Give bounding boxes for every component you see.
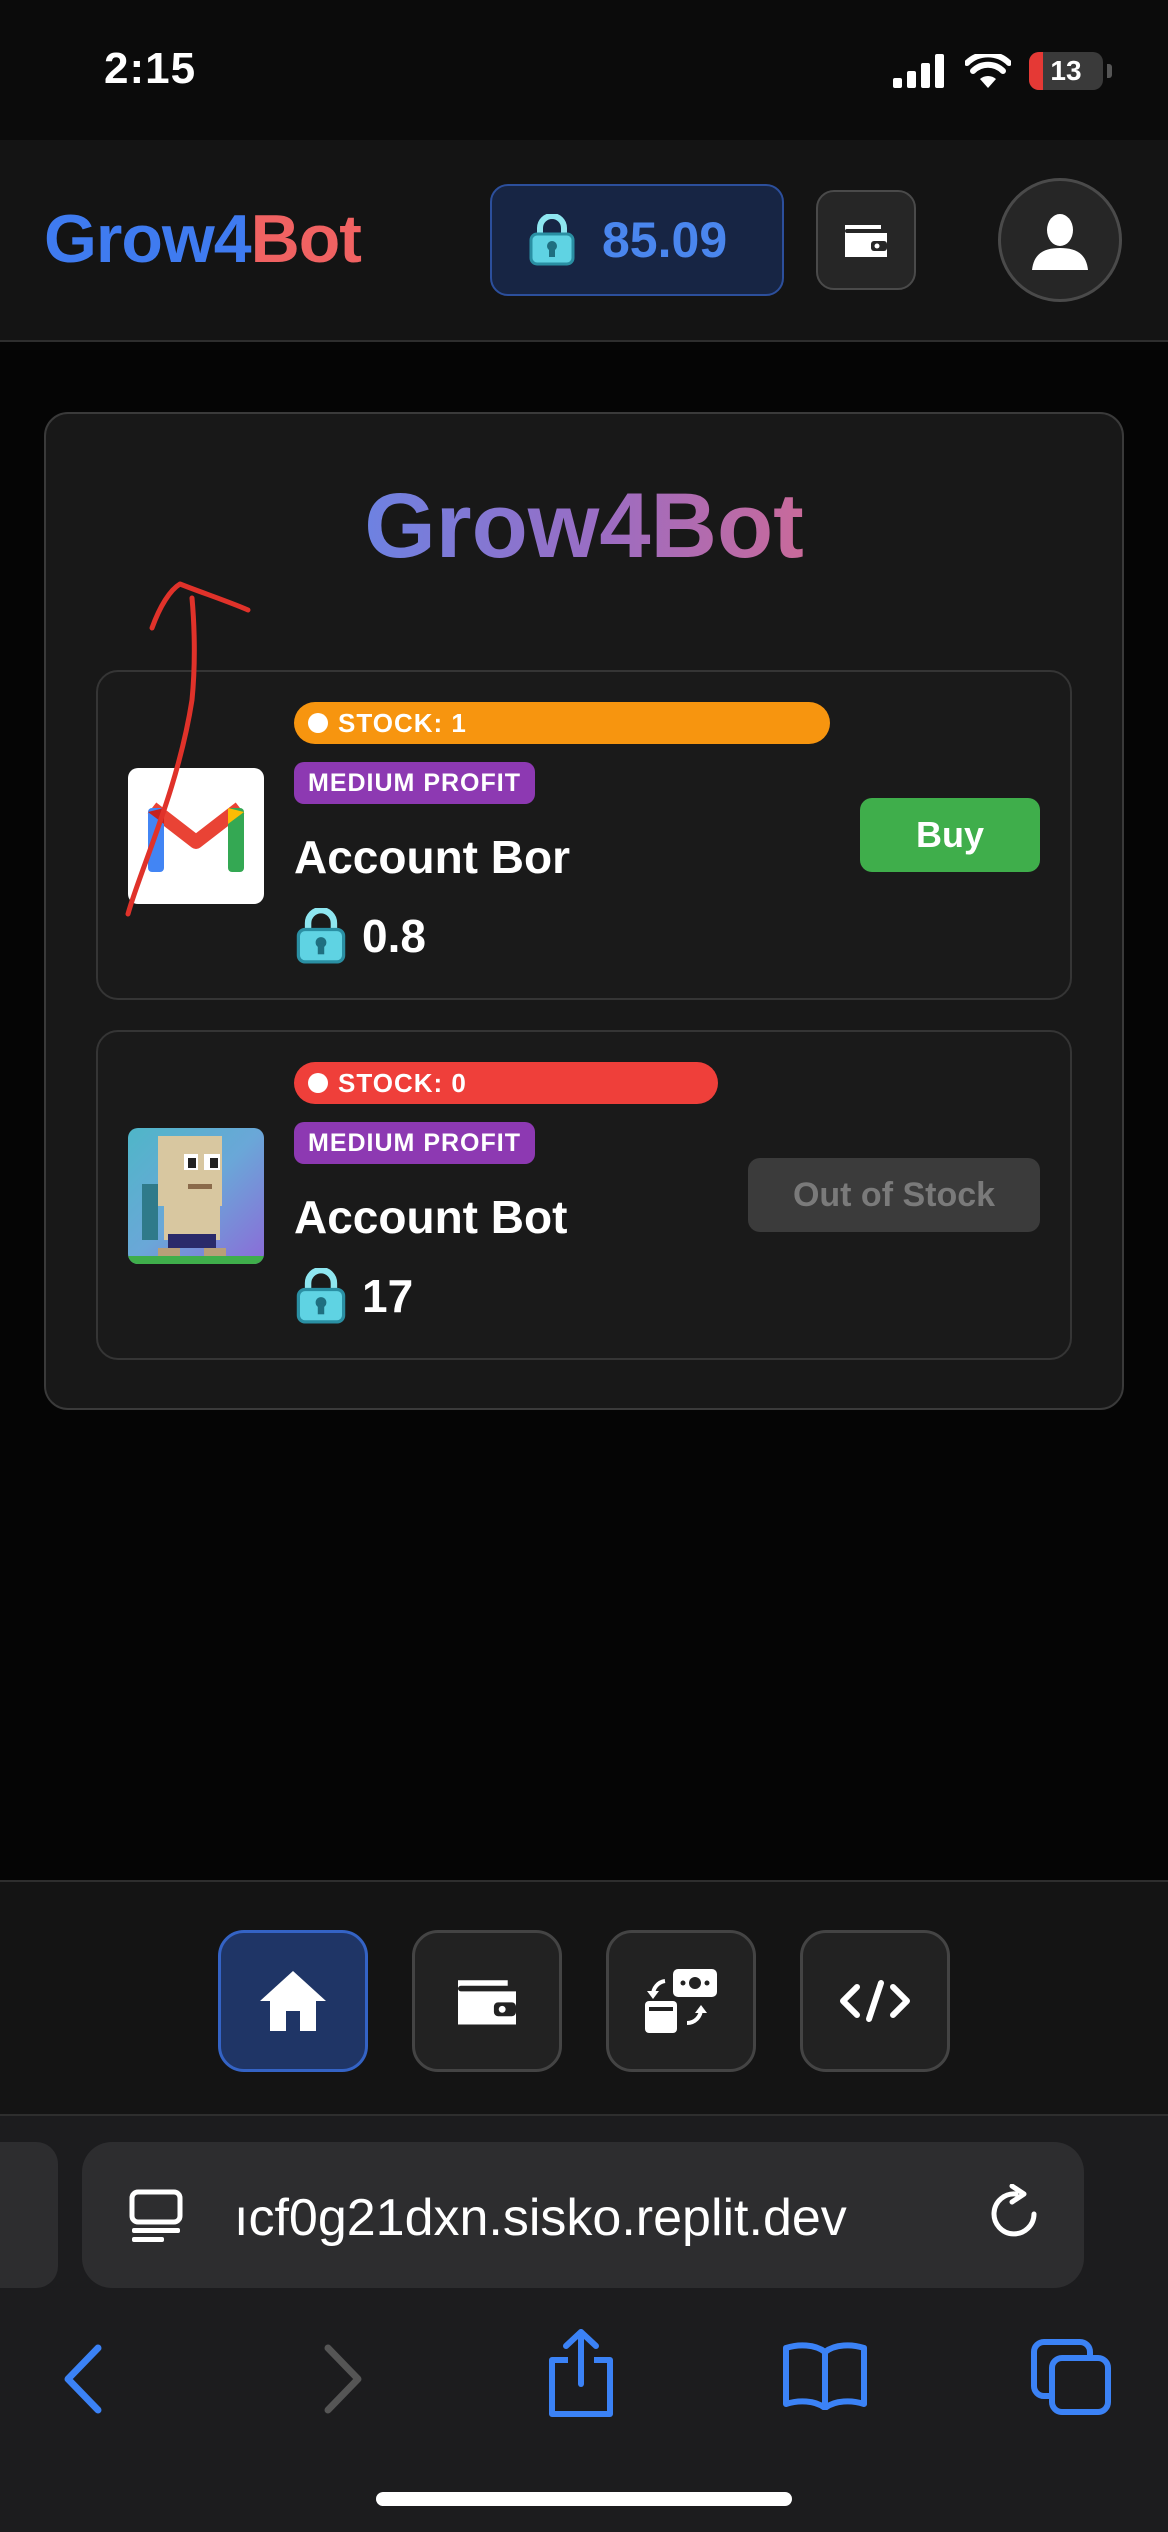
- card-title: Grow4Bot: [364, 475, 804, 577]
- brand-part1: Grow4: [44, 201, 252, 277]
- browser-nav-row: [0, 2316, 1168, 2436]
- product-thumbnail: [128, 1128, 264, 1264]
- shop-card: Grow4Bot STOCK: 1 MEDIUM PROFIT Account …: [44, 412, 1124, 1410]
- product-name: Account Bor: [294, 831, 570, 883]
- forward-icon[interactable]: [316, 2344, 366, 2414]
- profit-badge: MEDIUM PROFIT: [294, 1122, 535, 1164]
- product-name: Account Bot: [294, 1191, 568, 1243]
- profit-badge: MEDIUM PROFIT: [294, 762, 535, 804]
- status-bar: 2:15 13: [0, 0, 1168, 140]
- product-thumbnail: [128, 768, 264, 904]
- user-icon: [1032, 214, 1088, 270]
- status-time: 2:15: [104, 44, 197, 93]
- profile-button[interactable]: [998, 178, 1122, 302]
- price-row: 17: [294, 1268, 413, 1324]
- status-icons: 13: [893, 52, 1112, 90]
- battery-level: 13: [1050, 55, 1082, 86]
- tab-code[interactable]: [800, 1930, 950, 2072]
- product-card: STOCK: 1 MEDIUM PROFIT Account Bor 0.8 B…: [96, 670, 1072, 1000]
- battery-icon: 13: [1029, 52, 1103, 90]
- url-bar[interactable]: ıcf0g21dxn.sisko.replit.dev: [82, 2142, 1084, 2288]
- home-indicator[interactable]: [376, 2492, 792, 2506]
- lock-icon: [296, 1268, 346, 1324]
- stock-indicator: STOCK: 0: [294, 1062, 718, 1104]
- tab-home[interactable]: [218, 1930, 368, 2072]
- share-icon[interactable]: [546, 2328, 616, 2418]
- lock-icon: [296, 908, 346, 964]
- gmail-logo-icon: [147, 802, 245, 872]
- browser-chrome: ıcf0g21dxn.sisko.replit.dev: [0, 2116, 1168, 2532]
- bookmarks-icon[interactable]: [782, 2342, 868, 2410]
- price-value: 0.8: [362, 910, 426, 962]
- balance-value: 85.09: [602, 212, 728, 268]
- reload-icon[interactable]: [986, 2184, 1044, 2246]
- out-of-stock-button: Out of Stock: [748, 1158, 1040, 1232]
- url-text: ıcf0g21dxn.sisko.replit.dev: [234, 2189, 847, 2247]
- page-icon[interactable]: [128, 2188, 184, 2244]
- tabs-icon[interactable]: [1030, 2338, 1112, 2416]
- wallet-icon: [458, 1980, 516, 2025]
- buy-button[interactable]: Buy: [860, 798, 1040, 872]
- previous-tab-peek[interactable]: [0, 2142, 58, 2288]
- growtopia-character-icon: [128, 1136, 264, 1264]
- wallet-button[interactable]: [816, 190, 916, 290]
- code-icon: [840, 1980, 910, 2022]
- home-icon: [260, 1971, 326, 2031]
- product-card: STOCK: 0 MEDIUM PROFIT Account Bot 17 Ou…: [96, 1030, 1072, 1360]
- price-row: 0.8: [294, 908, 426, 964]
- bottom-tab-bar: [0, 1880, 1168, 2116]
- app-header: Grow4Bot 85.09: [0, 140, 1168, 342]
- brand-part2: Bot: [250, 201, 362, 277]
- cellular-signal-icon: [893, 54, 944, 88]
- exchange-icon: [645, 1969, 717, 2033]
- stock-indicator: STOCK: 1: [294, 702, 830, 744]
- price-value: 17: [362, 1270, 414, 1322]
- balance-pill[interactable]: 85.09: [490, 184, 784, 296]
- stock-label: STOCK: 0: [338, 1067, 467, 1098]
- tab-exchange[interactable]: [606, 1930, 756, 2072]
- wallet-icon: [845, 225, 887, 257]
- wifi-icon: [965, 54, 1011, 88]
- lock-icon: [529, 214, 575, 266]
- back-icon[interactable]: [60, 2344, 110, 2414]
- stock-label: STOCK: 1: [338, 707, 467, 738]
- brand-logo[interactable]: Grow4Bot: [44, 200, 362, 278]
- tab-wallet[interactable]: [412, 1930, 562, 2072]
